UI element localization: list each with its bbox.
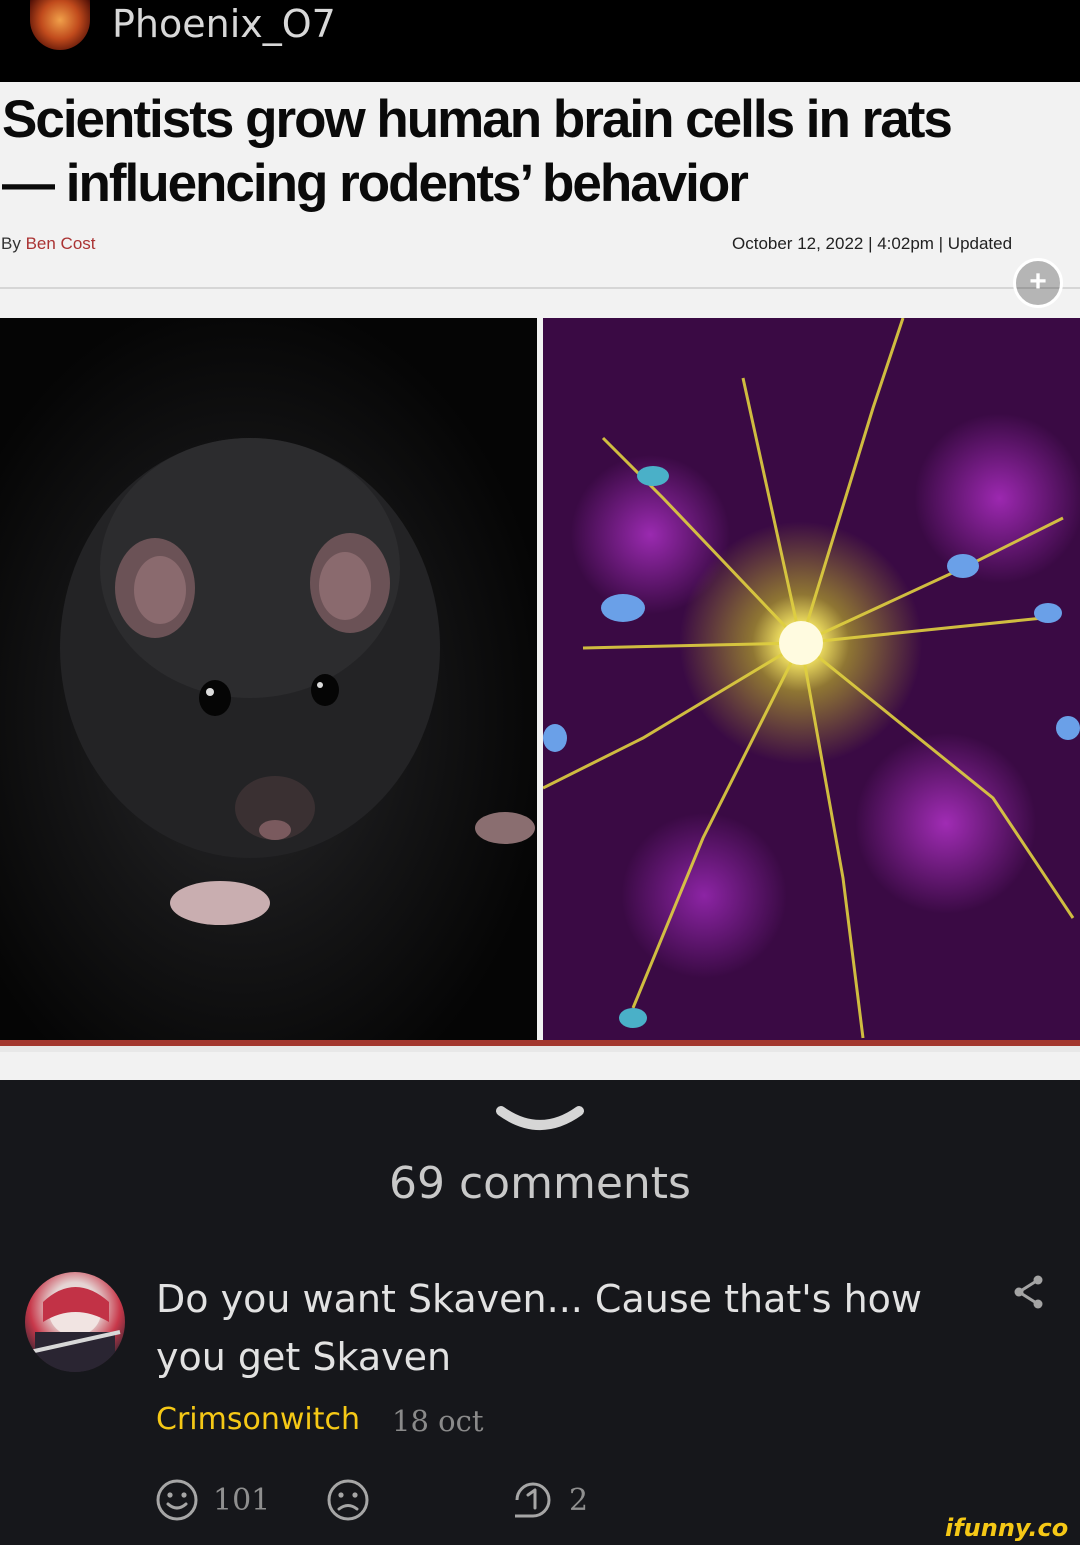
share-icon[interactable] <box>1012 1274 1046 1314</box>
divider <box>0 287 1080 289</box>
smile-icon <box>156 1479 198 1521</box>
byline-author: Ben Cost <box>25 234 96 253</box>
poster-username[interactable]: Phoenix_O7 <box>112 2 336 46</box>
smile-button[interactable]: 101 <box>155 1478 270 1522</box>
commenter-avatar[interactable] <box>25 1272 125 1372</box>
smile-count: 101 <box>213 1482 271 1518</box>
reply-count: 2 <box>569 1482 589 1518</box>
headline-line-2: — influencing rodents’ behavior <box>2 154 749 213</box>
rat-illustration <box>60 438 535 925</box>
neuron-illustration <box>543 318 1080 1039</box>
photo-divider-light <box>0 1046 1080 1052</box>
reply-icon <box>515 1482 551 1518</box>
expand-icon[interactable]: + <box>1013 258 1063 308</box>
article-byline: By Ben Cost <box>1 234 96 254</box>
byline-prefix: By <box>1 234 21 253</box>
article-headline: Scientists grow human brain cells in rat… <box>2 88 1080 216</box>
comments-count: 69 comments <box>389 1158 691 1209</box>
comment-author[interactable]: Crimsonwitch <box>156 1402 360 1437</box>
poster-avatar[interactable] <box>30 0 90 50</box>
comment-text: Do you want Skaven... Cause that's how y… <box>156 1277 922 1379</box>
frown-icon <box>327 1479 369 1521</box>
post-header: Phoenix_O7 <box>0 0 1080 82</box>
neuron-micrograph <box>543 318 1080 1040</box>
reply-button[interactable]: 2 <box>511 1478 588 1522</box>
collapse-chevron-icon[interactable] <box>495 1105 585 1145</box>
frown-button[interactable] <box>326 1478 370 1522</box>
comment-timestamp: 18 oct <box>392 1404 484 1438</box>
article-dateline: October 12, 2022 | 4:02pm | Updated <box>732 234 1013 253</box>
ifunny-watermark: ifunny.co <box>945 1514 1069 1542</box>
rat-photo <box>0 318 537 1040</box>
article-screenshot: Scientists grow human brain cells in rat… <box>0 82 1080 1080</box>
headline-line-1: Scientists grow human brain cells in rat… <box>2 90 953 149</box>
